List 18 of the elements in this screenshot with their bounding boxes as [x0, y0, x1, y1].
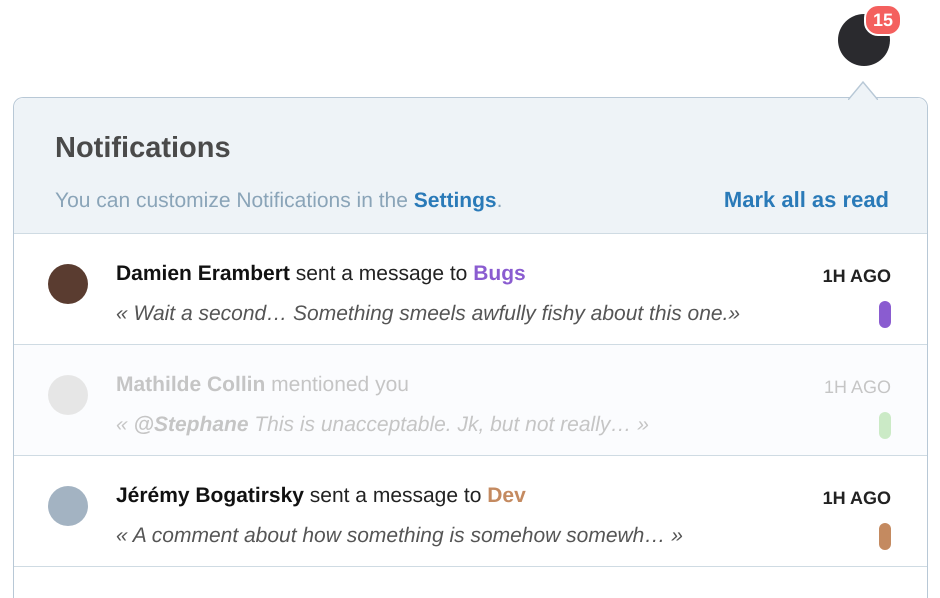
message-quote: « A comment about how something is somehow somewh… »	[116, 524, 684, 548]
notification-item[interactable]: Jérémy Bogatirsky sent a message to Dev « A comment about how something is somehow somewh… » 1H AGO	[14, 456, 927, 567]
notification-text: Jérémy Bogatirsky sent a message to Dev	[116, 484, 527, 508]
mark-all-read-button[interactable]: Mark all as read	[724, 187, 889, 213]
panel-title: Notifications	[55, 132, 232, 165]
notification-time: 1H AGO	[822, 488, 891, 509]
notification-count: 15	[864, 4, 902, 36]
notification-text: Mathilde Collin mentioned you	[116, 373, 410, 397]
avatar	[48, 486, 88, 526]
notification-time: 1H AGO	[822, 266, 891, 287]
avatar	[48, 375, 88, 415]
message-quote: « @Stephane This is unacceptable. Jk, but not really… »	[116, 413, 650, 437]
notification-text: Damien Erambert sent a message to Bugs	[116, 262, 527, 286]
notification-time: 1H AGO	[824, 377, 891, 398]
settings-link[interactable]: Settings	[414, 189, 497, 212]
message-quote: « Wait a second… Something smeels awfully fishy about this one.»	[116, 302, 742, 326]
settings-hint: You can customize Notifications in the Settings.	[55, 189, 502, 213]
avatar	[48, 264, 88, 304]
